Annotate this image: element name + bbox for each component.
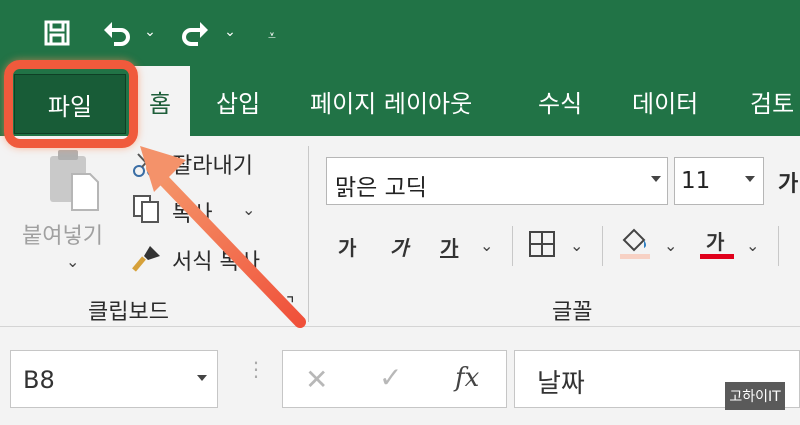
- redo-dropdown-icon[interactable]: ⌄: [222, 20, 238, 44]
- undo-icon[interactable]: [100, 18, 134, 48]
- grow-font-button[interactable]: 가: [778, 166, 798, 198]
- italic-button[interactable]: 가: [390, 232, 408, 261]
- paste-dropdown-icon[interactable]: ⌄: [66, 252, 79, 271]
- font-name-value: 맑은 고딕: [335, 175, 427, 201]
- redo-icon[interactable]: [178, 18, 212, 48]
- formula-buttons: ✕ ✓ fx: [282, 350, 507, 408]
- file-tab-highlight: [4, 60, 138, 148]
- copy-label[interactable]: 복사: [172, 196, 212, 228]
- underline-button[interactable]: 가: [440, 232, 458, 261]
- font-group-label: 글꼴: [552, 300, 593, 325]
- font-color-dropdown-icon[interactable]: ⌄: [746, 236, 759, 255]
- copy-icon[interactable]: [132, 194, 160, 224]
- customize-icon[interactable]: ⩡: [264, 24, 280, 48]
- font-name-dropdown-icon[interactable]: [651, 176, 661, 182]
- cut-label[interactable]: 잘라내기: [172, 148, 253, 180]
- clipboard-group-label: 클립보드: [88, 300, 169, 325]
- font-color-bar: [700, 254, 734, 259]
- font-divider: [512, 226, 513, 266]
- underline-dropdown-icon[interactable]: ⌄: [480, 236, 493, 255]
- quick-access-toolbar: ⌄ ⌄ ⩡: [0, 0, 800, 66]
- undo-dropdown-icon[interactable]: ⌄: [142, 20, 158, 44]
- bold-button[interactable]: 가: [338, 232, 356, 261]
- tab-page-layout[interactable]: 페이지 레이아웃: [310, 66, 472, 136]
- tab-home[interactable]: 홈: [130, 66, 190, 136]
- copy-dropdown-icon[interactable]: ⌄: [242, 200, 255, 219]
- enter-icon[interactable]: ✓: [379, 361, 402, 394]
- cut-icon[interactable]: [132, 152, 160, 178]
- font-divider: [778, 226, 779, 266]
- paste-icon[interactable]: [46, 148, 102, 212]
- tab-review[interactable]: 검토: [750, 66, 794, 136]
- font-name-select[interactable]: 맑은 고딕: [326, 157, 668, 205]
- tab-data[interactable]: 데이터: [632, 66, 698, 136]
- borders-icon[interactable]: [528, 230, 556, 258]
- font-color-button[interactable]: 가: [706, 226, 724, 255]
- format-painter-icon[interactable]: [132, 244, 162, 272]
- group-divider: [308, 146, 309, 322]
- cancel-icon[interactable]: ✕: [305, 363, 328, 396]
- name-box-value: B8: [23, 366, 55, 394]
- fill-color-icon[interactable]: [618, 226, 652, 260]
- font-size-select[interactable]: 11: [674, 157, 764, 205]
- tab-insert[interactable]: 삽입: [216, 66, 260, 136]
- font-size-value: 11: [681, 168, 711, 194]
- format-painter-label[interactable]: 서식 복사: [172, 244, 260, 276]
- save-icon[interactable]: [42, 18, 72, 48]
- formula-input-value: 날짜: [537, 369, 585, 399]
- name-box-dropdown-icon[interactable]: [197, 375, 207, 381]
- insert-function-icon[interactable]: fx: [455, 363, 479, 393]
- tab-formulas[interactable]: 수식: [538, 66, 582, 136]
- fill-color-dropdown-icon[interactable]: ⌄: [664, 236, 677, 255]
- font-divider: [602, 226, 603, 266]
- borders-dropdown-icon[interactable]: ⌄: [570, 236, 583, 255]
- name-box[interactable]: B8: [10, 350, 218, 408]
- paste-label[interactable]: 붙여넣기: [22, 218, 103, 250]
- font-size-dropdown-icon[interactable]: [745, 176, 755, 182]
- watermark-logo: 고하이IT: [725, 382, 785, 410]
- clipboard-dialog-launcher-icon[interactable]: ⌝: [286, 294, 294, 315]
- formula-bar-resize-handle[interactable]: ⋮: [246, 359, 266, 379]
